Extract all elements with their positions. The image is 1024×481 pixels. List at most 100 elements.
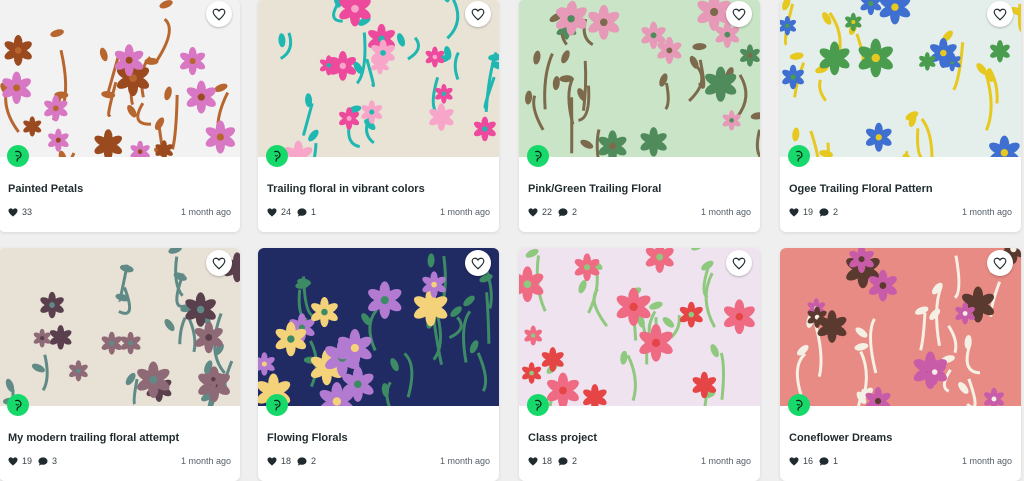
design-stats: 18 2 1 month ago bbox=[528, 456, 751, 466]
favorite-button[interactable] bbox=[987, 250, 1013, 276]
heart-icon bbox=[528, 208, 538, 217]
design-grid: Painted Petals331 month agoTrailing flor… bbox=[0, 0, 1024, 477]
design-stats: 18 2 1 month ago bbox=[267, 456, 490, 466]
design-stats: 2221 month ago bbox=[528, 207, 751, 217]
speech-bubble-icon bbox=[819, 457, 829, 466]
design-card[interactable]: Painted Petals 33 1 month ago bbox=[0, 0, 240, 232]
creator-avatar[interactable] bbox=[266, 394, 288, 416]
like-count-value: 18 bbox=[542, 456, 552, 466]
heart-outline-icon bbox=[732, 8, 746, 21]
comment-count-value: 2 bbox=[311, 456, 316, 466]
design-card[interactable]: Pink/Green Trailing Floral2221 month ago bbox=[519, 0, 760, 232]
comment-count-value: 2 bbox=[833, 207, 838, 217]
design-stats: 24 1 1 month ago bbox=[267, 207, 490, 217]
creator-avatar[interactable] bbox=[7, 394, 29, 416]
comment-count-value: 2 bbox=[572, 207, 577, 217]
avatar-icon bbox=[531, 398, 545, 412]
comment-count: 3 bbox=[38, 456, 57, 466]
like-count: 16 bbox=[789, 456, 813, 466]
creator-avatar[interactable] bbox=[7, 145, 29, 167]
design-title[interactable]: Class project bbox=[528, 432, 597, 444]
heart-icon bbox=[528, 457, 538, 466]
heart-outline-icon bbox=[212, 257, 226, 270]
like-count: 24 bbox=[267, 207, 291, 217]
design-title[interactable]: Coneflower Dreams bbox=[789, 432, 892, 444]
posted-time: 1 month ago bbox=[181, 207, 231, 217]
design-thumbnail[interactable] bbox=[258, 0, 499, 157]
favorite-button[interactable] bbox=[987, 1, 1013, 27]
design-thumbnail[interactable] bbox=[780, 248, 1021, 406]
design-title[interactable]: Painted Petals bbox=[8, 183, 83, 195]
comment-count-value: 2 bbox=[572, 456, 577, 466]
comment-count: 2 bbox=[558, 207, 577, 217]
design-thumbnail[interactable] bbox=[0, 0, 240, 157]
favorite-button[interactable] bbox=[465, 250, 491, 276]
creator-avatar[interactable] bbox=[266, 145, 288, 167]
favorite-button[interactable] bbox=[465, 1, 491, 27]
design-thumbnail[interactable] bbox=[0, 248, 240, 406]
posted-time: 1 month ago bbox=[181, 456, 231, 466]
avatar-icon bbox=[11, 398, 25, 412]
design-thumbnail[interactable] bbox=[519, 0, 760, 157]
speech-bubble-icon bbox=[38, 457, 48, 466]
favorite-button[interactable] bbox=[726, 1, 752, 27]
avatar-icon bbox=[270, 398, 284, 412]
design-title[interactable]: Trailing floral in vibrant colors bbox=[267, 183, 425, 195]
speech-bubble-icon bbox=[297, 208, 307, 217]
design-card[interactable]: Coneflower Dreams1611 month ago bbox=[780, 248, 1021, 481]
comment-count: 2 bbox=[558, 456, 577, 466]
like-count-value: 19 bbox=[803, 207, 813, 217]
posted-time: 1 month ago bbox=[440, 207, 490, 217]
design-stats: 19 2 1 month ago bbox=[789, 207, 1012, 217]
design-card[interactable]: My modern trailing floral attempt1931 mo… bbox=[0, 248, 240, 481]
comment-count: 2 bbox=[297, 456, 316, 466]
like-count: 18 bbox=[267, 456, 291, 466]
design-title[interactable]: Ogee Trailing Floral Pattern bbox=[789, 183, 933, 195]
creator-avatar[interactable] bbox=[788, 145, 810, 167]
heart-icon bbox=[8, 457, 18, 466]
design-card[interactable]: Ogee Trailing Floral Pattern 19 2 1 month a… bbox=[780, 0, 1021, 232]
favorite-button[interactable] bbox=[206, 250, 232, 276]
creator-avatar[interactable] bbox=[527, 394, 549, 416]
like-count: 33 bbox=[8, 207, 32, 217]
avatar-icon bbox=[11, 149, 25, 163]
design-thumbnail[interactable] bbox=[258, 248, 499, 406]
design-thumbnail[interactable] bbox=[519, 248, 760, 406]
design-card[interactable]: Flowing Florals 18 2 1 month ago bbox=[258, 248, 499, 481]
design-title[interactable]: Flowing Florals bbox=[267, 432, 348, 444]
speech-bubble-icon bbox=[819, 208, 829, 217]
like-count: 19 bbox=[789, 207, 813, 217]
avatar-icon bbox=[792, 398, 806, 412]
comment-count: 1 bbox=[819, 456, 838, 466]
posted-time: 1 month ago bbox=[701, 207, 751, 217]
design-card[interactable]: Class project 18 2 1 month ago bbox=[519, 248, 760, 481]
heart-outline-icon bbox=[993, 8, 1007, 21]
heart-outline-icon bbox=[993, 257, 1007, 270]
design-thumbnail[interactable] bbox=[780, 0, 1021, 157]
like-count-value: 24 bbox=[281, 207, 291, 217]
heart-icon bbox=[267, 457, 277, 466]
creator-avatar[interactable] bbox=[788, 394, 810, 416]
comment-count: 1 bbox=[297, 207, 316, 217]
design-stats: 1931 month ago bbox=[8, 456, 231, 466]
posted-time: 1 month ago bbox=[440, 456, 490, 466]
posted-time: 1 month ago bbox=[962, 207, 1012, 217]
comment-count-value: 1 bbox=[311, 207, 316, 217]
heart-icon bbox=[789, 457, 799, 466]
design-title[interactable]: Pink/Green Trailing Floral bbox=[528, 183, 661, 195]
avatar-icon bbox=[531, 149, 545, 163]
comment-count-value: 3 bbox=[52, 456, 57, 466]
posted-time: 1 month ago bbox=[701, 456, 751, 466]
heart-outline-icon bbox=[471, 8, 485, 21]
favorite-button[interactable] bbox=[726, 250, 752, 276]
like-count-value: 16 bbox=[803, 456, 813, 466]
comment-count: 2 bbox=[819, 207, 838, 217]
heart-outline-icon bbox=[471, 257, 485, 270]
favorite-button[interactable] bbox=[206, 1, 232, 27]
design-card[interactable]: Trailing floral in vibrant colors 24 1 1 mo… bbox=[258, 0, 499, 232]
like-count: 22 bbox=[528, 207, 552, 217]
avatar-icon bbox=[792, 149, 806, 163]
design-title[interactable]: My modern trailing floral attempt bbox=[8, 432, 179, 444]
heart-outline-icon bbox=[732, 257, 746, 270]
creator-avatar[interactable] bbox=[527, 145, 549, 167]
